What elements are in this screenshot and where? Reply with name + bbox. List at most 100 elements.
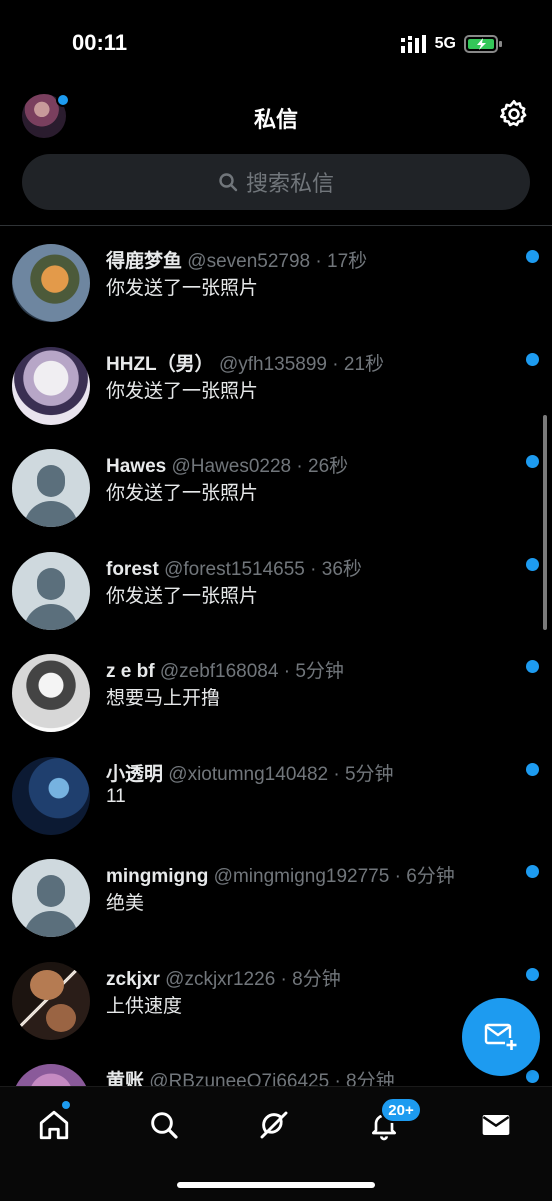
unread-dot <box>526 250 539 263</box>
conversation-list[interactable]: 得鹿梦鱼 @seven52798 · 17秒 你发送了一张照片 HHZL（男） … <box>0 230 552 1086</box>
conversation-meta: 得鹿梦鱼 @seven52798 · 17秒 <box>106 246 516 273</box>
sender-handle: @seven52798 <box>187 251 311 272</box>
conversation-meta: 小透明 @xiotumng140482 · 5分钟 <box>106 759 516 786</box>
conversation-row[interactable]: mingmigng @mingmigng192775 · 6分钟 绝美 <box>0 845 552 948</box>
timestamp: 5分钟 <box>295 661 344 682</box>
conversation-meta: 黄账 @RBzuneeQ7i66425 · 8分钟 <box>106 1066 516 1086</box>
divider <box>0 225 552 226</box>
conversation-meta: mingmigng @mingmigng192775 · 6分钟 <box>106 861 516 888</box>
timestamp: 36秒 <box>321 558 362 580</box>
avatar[interactable] <box>12 244 90 322</box>
sender-handle: @forest1514655 <box>164 558 305 580</box>
sender-handle: @mingmigng192775 <box>213 866 390 887</box>
gear-icon[interactable] <box>498 98 530 130</box>
default-avatar-icon[interactable] <box>12 551 90 630</box>
conversation-meta: HHZL（男） @yfh135899 · 21秒 <box>106 349 516 376</box>
avatar[interactable] <box>12 756 90 835</box>
sender-handle: @Hawes0228 <box>171 456 292 477</box>
scrollbar[interactable] <box>543 415 547 630</box>
sender-name: Hawes <box>106 456 167 477</box>
unread-dot <box>526 557 539 571</box>
conversation-row[interactable]: 得鹿梦鱼 @seven52798 · 17秒 你发送了一张照片 <box>0 230 552 333</box>
separator: · <box>296 456 303 477</box>
status-time: 00:11 <box>72 30 128 55</box>
conversation-row[interactable]: 小透明 @xiotumng140482 · 5分钟 11 <box>0 743 552 846</box>
conversation-row[interactable]: HHZL（男） @yfh135899 · 21秒 你发送了一张照片 <box>0 333 552 436</box>
sender-handle: @xiotumng140482 <box>168 763 329 785</box>
conversation-row[interactable]: z e bf @zebf168084 · 5分钟 想要马上开撸 <box>0 640 552 743</box>
message-preview: 11 <box>106 785 126 807</box>
message-preview: 你发送了一张照片 <box>106 483 259 504</box>
sender-name: 黄账 <box>106 1071 145 1086</box>
avatar[interactable] <box>12 654 90 732</box>
timestamp: 8分钟 <box>292 968 341 990</box>
home-notification-dot <box>62 1101 70 1109</box>
sender-name: 得鹿梦鱼 <box>106 251 183 272</box>
new-message-button[interactable] <box>462 998 540 1076</box>
status-bar: 00:11 5G <box>0 0 552 90</box>
default-avatar-icon[interactable] <box>12 859 90 937</box>
separator: · <box>334 1071 341 1086</box>
separator: · <box>333 763 340 785</box>
status-indicators: 5G <box>400 34 504 54</box>
notification-badge: 20+ <box>380 1097 422 1123</box>
message-preview: 想要马上开撸 <box>106 688 221 709</box>
conversation-row[interactable]: Hawes @Hawes0228 · 26秒 你发送了一张照片 <box>0 435 552 538</box>
separator: · <box>332 353 339 375</box>
mail-icon <box>482 1115 510 1135</box>
message-preview: 你发送了一张照片 <box>106 380 259 402</box>
tab-grok[interactable] <box>254 1105 294 1145</box>
search-icon <box>219 173 238 192</box>
conversation-row[interactable]: forest @forest1514655 · 36秒 你发送了一张照片 <box>0 538 552 641</box>
unread-dot <box>526 455 539 468</box>
message-preview: 上供速度 <box>106 995 183 1017</box>
search-placeholder: 搜索私信 <box>245 171 334 196</box>
separator: · <box>310 558 317 580</box>
sender-handle: @RBzuneeQ7i66425 <box>149 1071 330 1086</box>
message-preview: 你发送了一张照片 <box>106 278 259 299</box>
tab-messages[interactable] <box>476 1105 516 1145</box>
default-avatar-icon[interactable] <box>12 449 90 527</box>
avatar[interactable] <box>12 961 90 1040</box>
sender-handle: @zckjxr1226 <box>165 968 276 990</box>
page-title: 私信 <box>253 107 298 132</box>
unread-dot <box>526 352 539 366</box>
sender-handle: @yfh135899 <box>218 353 327 375</box>
timestamp: 6分钟 <box>406 866 455 887</box>
timestamp: 5分钟 <box>344 763 394 785</box>
sender-handle: @zebf168084 <box>159 661 279 682</box>
separator: · <box>315 251 322 272</box>
timestamp: 21秒 <box>343 353 385 375</box>
conversation-meta: Hawes @Hawes0228 · 26秒 <box>106 451 516 478</box>
conversation-meta: forest @forest1514655 · 36秒 <box>106 554 516 581</box>
timestamp: 17秒 <box>327 251 368 272</box>
tab-explore[interactable] <box>144 1105 184 1145</box>
header: 私信 <box>0 90 552 144</box>
home-icon <box>39 1110 69 1140</box>
explore-icon <box>151 1112 178 1139</box>
grok-icon <box>260 1111 288 1139</box>
message-preview: 你发送了一张照片 <box>106 585 259 607</box>
network-type: 5G <box>434 35 456 52</box>
unread-dot <box>526 1070 539 1083</box>
timestamp: 26秒 <box>308 456 349 477</box>
tab-home[interactable] <box>34 1105 74 1145</box>
sender-name: HHZL（男） <box>106 353 214 375</box>
signal-icon <box>400 35 426 53</box>
sender-name: mingmigng <box>106 866 209 887</box>
unread-dot <box>526 762 539 776</box>
separator: · <box>280 968 287 990</box>
avatar[interactable] <box>12 1064 90 1086</box>
timestamp: 8分钟 <box>346 1071 395 1086</box>
separator: · <box>394 866 401 887</box>
sender-name: forest <box>106 558 159 580</box>
conversation-meta: z e bf @zebf168084 · 5分钟 <box>106 656 516 683</box>
unread-dot <box>526 660 539 673</box>
search-input[interactable]: 搜索私信 <box>22 154 530 210</box>
separator: · <box>283 661 291 682</box>
new-message-icon <box>484 1023 518 1051</box>
avatar[interactable] <box>12 346 90 425</box>
sender-name: z e bf <box>106 661 155 682</box>
home-indicator[interactable] <box>177 1182 375 1188</box>
sender-name: 小透明 <box>106 763 164 785</box>
